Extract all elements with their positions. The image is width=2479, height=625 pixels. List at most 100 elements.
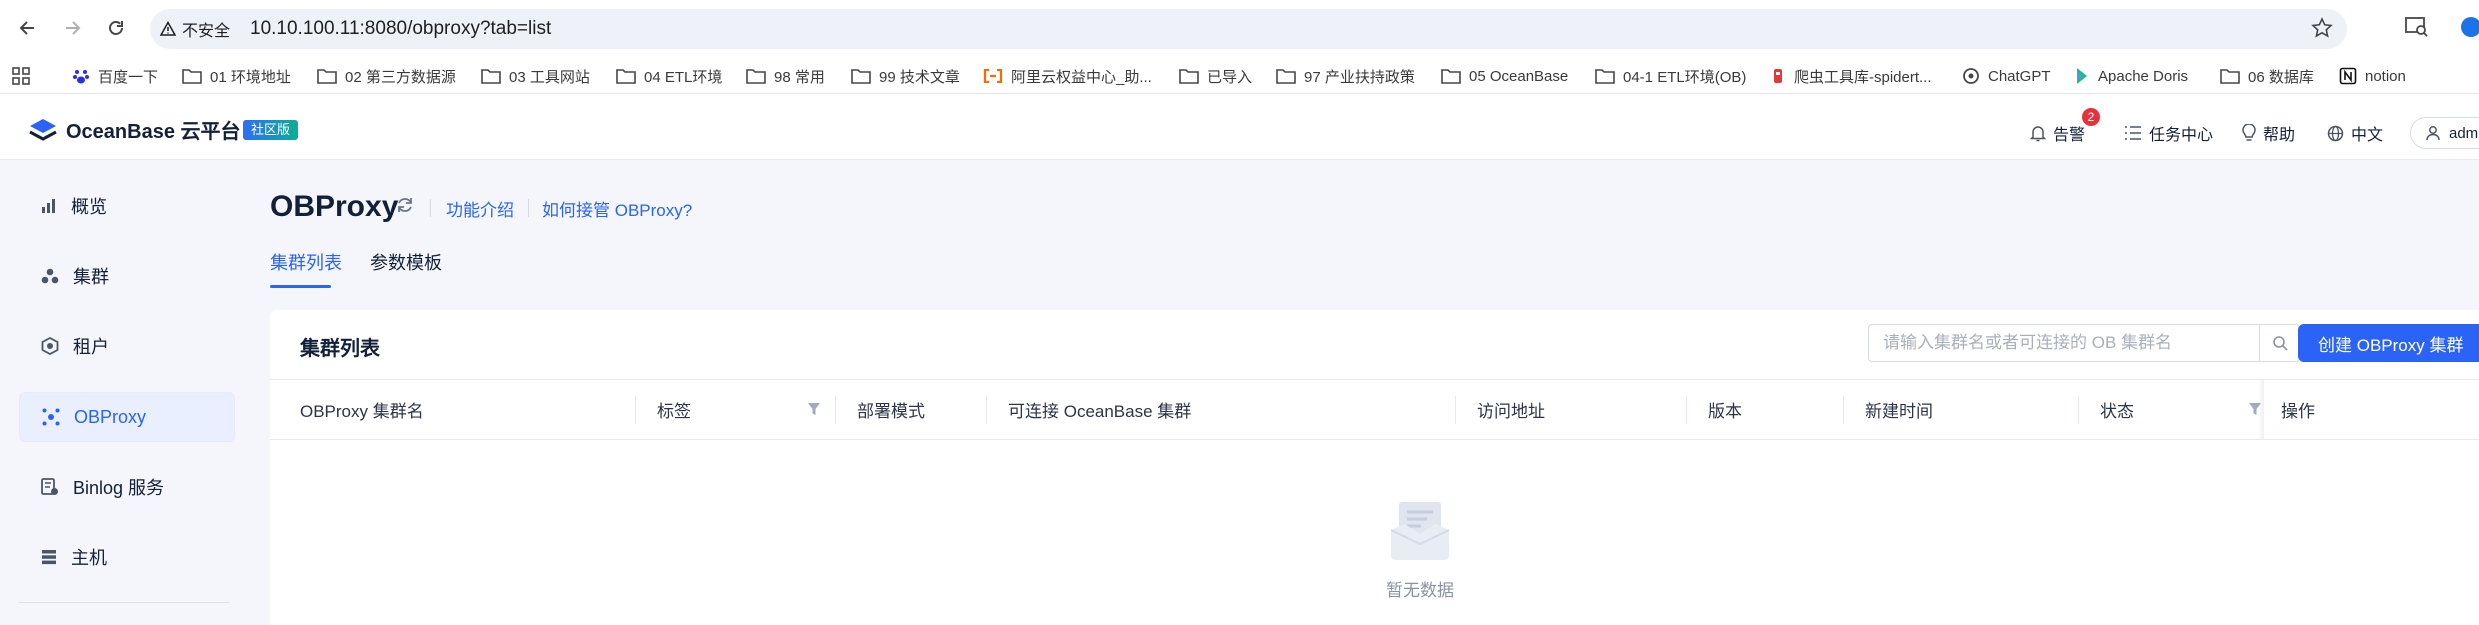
sidebar-item-obproxy[interactable]: OBProxy <box>19 392 235 442</box>
task-center-button[interactable]: 任务中心 <box>2124 122 2213 144</box>
fixed-column-shadow <box>2258 380 2264 439</box>
bookmark-item[interactable]: 已导入 <box>1179 65 1252 87</box>
task-center-label: 任务中心 <box>2149 127 2214 144</box>
forward-button[interactable] <box>58 14 86 42</box>
warning-icon <box>160 21 176 36</box>
oceanbase-logo[interactable]: OceanBase 云平台 <box>28 115 241 144</box>
bookmark-item[interactable]: 爬虫工具库-spidert... <box>1770 65 1932 87</box>
column-header-created-time[interactable]: 新建时间 <box>1865 380 1933 439</box>
table-header: OBProxy 集群名 标签 部署模式 可连接 OceanBase 集群 访问地… <box>270 379 2479 440</box>
bookmark-item[interactable]: 02 第三方数据源 <box>317 65 456 87</box>
page-title: OBProxy <box>270 190 399 223</box>
column-header-cluster-name[interactable]: OBProxy 集群名 <box>300 380 424 439</box>
sidebar-item-host[interactable]: 主机 <box>19 532 235 582</box>
column-header-tags[interactable]: 标签 <box>657 380 691 439</box>
create-obproxy-cluster-button[interactable]: 创建 OBProxy 集群 <box>2298 324 2479 362</box>
empty-state-illustration <box>1365 500 1475 567</box>
sidebar-item-tenant[interactable]: 租户 <box>19 321 235 371</box>
sidebar-item-binlog[interactable]: Binlog 服务 <box>19 462 235 512</box>
bookmark-item[interactable]: 04 ETL环境 <box>616 65 722 87</box>
language-switch[interactable]: 中文 <box>2327 122 2383 144</box>
bookmark-item[interactable]: 06 数据库 <box>2220 65 2314 87</box>
task-list-icon <box>2125 126 2141 140</box>
aliyun-icon <box>983 69 1003 83</box>
feature-intro-link[interactable]: 功能介绍 <box>446 196 514 221</box>
tab-cluster-list[interactable]: 集群列表 <box>270 249 342 275</box>
column-header-connectable-cluster[interactable]: 可连接 OceanBase 集群 <box>1008 380 1191 439</box>
alerts-button[interactable]: 告警 <box>2030 122 2085 144</box>
bookmark-label: 爬虫工具库-spidert... <box>1794 68 1932 86</box>
bookmark-item[interactable]: 01 环境地址 <box>182 65 291 87</box>
bookmark-item[interactable]: ChatGPT <box>1962 65 2051 87</box>
bookmark-label: 阿里云权益中心_助... <box>1011 68 1152 86</box>
back-button[interactable] <box>14 14 42 42</box>
column-header-access-address[interactable]: 访问地址 <box>1477 380 1545 439</box>
refresh-icon[interactable] <box>395 195 415 220</box>
notion-icon <box>2339 67 2357 85</box>
doris-icon <box>2077 68 2087 84</box>
how-to-takeover-link[interactable]: 如何接管 OBProxy? <box>542 196 692 221</box>
edition-badge: 社区版 <box>243 120 299 140</box>
bookmark-star-icon[interactable] <box>2311 17 2333 44</box>
bookmark-item[interactable]: 阿里云权益中心_助... <box>983 65 1152 87</box>
column-divider <box>2078 396 2079 424</box>
bookmark-item[interactable]: 百度一下 <box>72 65 158 87</box>
language-label: 中文 <box>2351 127 2384 144</box>
bookmark-item[interactable]: 04-1 ETL环境(OB) <box>1595 65 1746 87</box>
active-tab-indicator <box>270 285 331 288</box>
bookmark-item[interactable]: Apache Doris <box>2074 65 2188 87</box>
screen-search-icon[interactable] <box>2405 16 2429 43</box>
bookmark-item[interactable]: 99 技术文章 <box>851 65 960 87</box>
logo-text: OceanBase 云平台 <box>66 121 241 143</box>
sidebar-item-overview[interactable]: 概览 <box>19 181 235 231</box>
arrow-right-icon <box>66 21 81 35</box>
column-header-actions: 操作 <box>2281 402 2315 421</box>
sidebar-item-label: 集群 <box>73 267 109 287</box>
column-header-deploy-mode[interactable]: 部署模式 <box>857 380 925 439</box>
profile-avatar-icon[interactable] <box>2460 16 2479 43</box>
bookmark-label: 01 环境地址 <box>210 68 291 86</box>
bookmark-label: 05 OceanBase <box>1469 67 1569 85</box>
sidebar-item-label: OBProxy <box>74 406 147 427</box>
sidebar-item-label: 主机 <box>71 548 107 568</box>
user-icon <box>2426 126 2440 141</box>
globe-icon <box>2327 125 2344 141</box>
bar-chart-icon <box>42 199 55 213</box>
user-menu[interactable]: admin <box>2410 117 2479 149</box>
obproxy-icon <box>42 408 60 426</box>
bookmark-label: 百度一下 <box>98 68 159 86</box>
tab-parameter-template[interactable]: 参数模板 <box>370 249 442 275</box>
bookmark-item[interactable]: 97 产业扶持政策 <box>1276 65 1415 87</box>
column-header-version[interactable]: 版本 <box>1708 380 1742 439</box>
oceanbase-logo-icon <box>29 118 57 141</box>
column-divider <box>835 396 836 424</box>
bookmark-item[interactable]: 05 OceanBase <box>1441 65 1568 87</box>
sidebar-item-label: Binlog 服务 <box>73 478 165 498</box>
bookmarks-bar: 百度一下 01 环境地址 02 第三方数据源 03 工具网站 04 ETL环境 … <box>0 57 2479 94</box>
tenant-icon <box>41 337 59 355</box>
reload-button[interactable] <box>102 14 130 42</box>
bookmark-label: 06 数据库 <box>2248 68 2314 86</box>
host-icon <box>42 550 56 565</box>
filter-icon[interactable] <box>807 402 821 416</box>
help-button[interactable]: 帮助 <box>2242 122 2295 144</box>
spider-icon <box>1774 69 1782 83</box>
bookmark-item[interactable]: notion <box>2339 65 2406 87</box>
bookmark-item[interactable]: 98 常用 <box>746 65 825 87</box>
bookmark-label: ChatGPT <box>1988 67 2051 85</box>
search-box <box>1868 324 2300 362</box>
security-indicator[interactable]: 不安全 <box>160 18 230 40</box>
folder-icon <box>1595 69 1615 84</box>
search-button[interactable] <box>2259 325 2299 361</box>
search-input[interactable] <box>1869 325 2254 361</box>
address-bar[interactable]: 不安全 10.10.100.11:8080/obproxy?tab=list <box>150 9 2347 49</box>
bookmark-label: 99 技术文章 <box>879 68 960 86</box>
column-header-status[interactable]: 状态 <box>2100 380 2134 439</box>
folder-icon <box>1276 69 1296 84</box>
apps-grid-icon[interactable] <box>12 65 30 87</box>
title-separator <box>430 199 431 217</box>
sidebar-item-cluster[interactable]: 集群 <box>19 251 235 301</box>
bookmark-item[interactable]: 03 工具网站 <box>481 65 590 87</box>
url-text[interactable]: 10.10.100.11:8080/obproxy?tab=list <box>250 18 551 40</box>
bookmark-label: 04-1 ETL环境(OB) <box>1623 68 1747 86</box>
